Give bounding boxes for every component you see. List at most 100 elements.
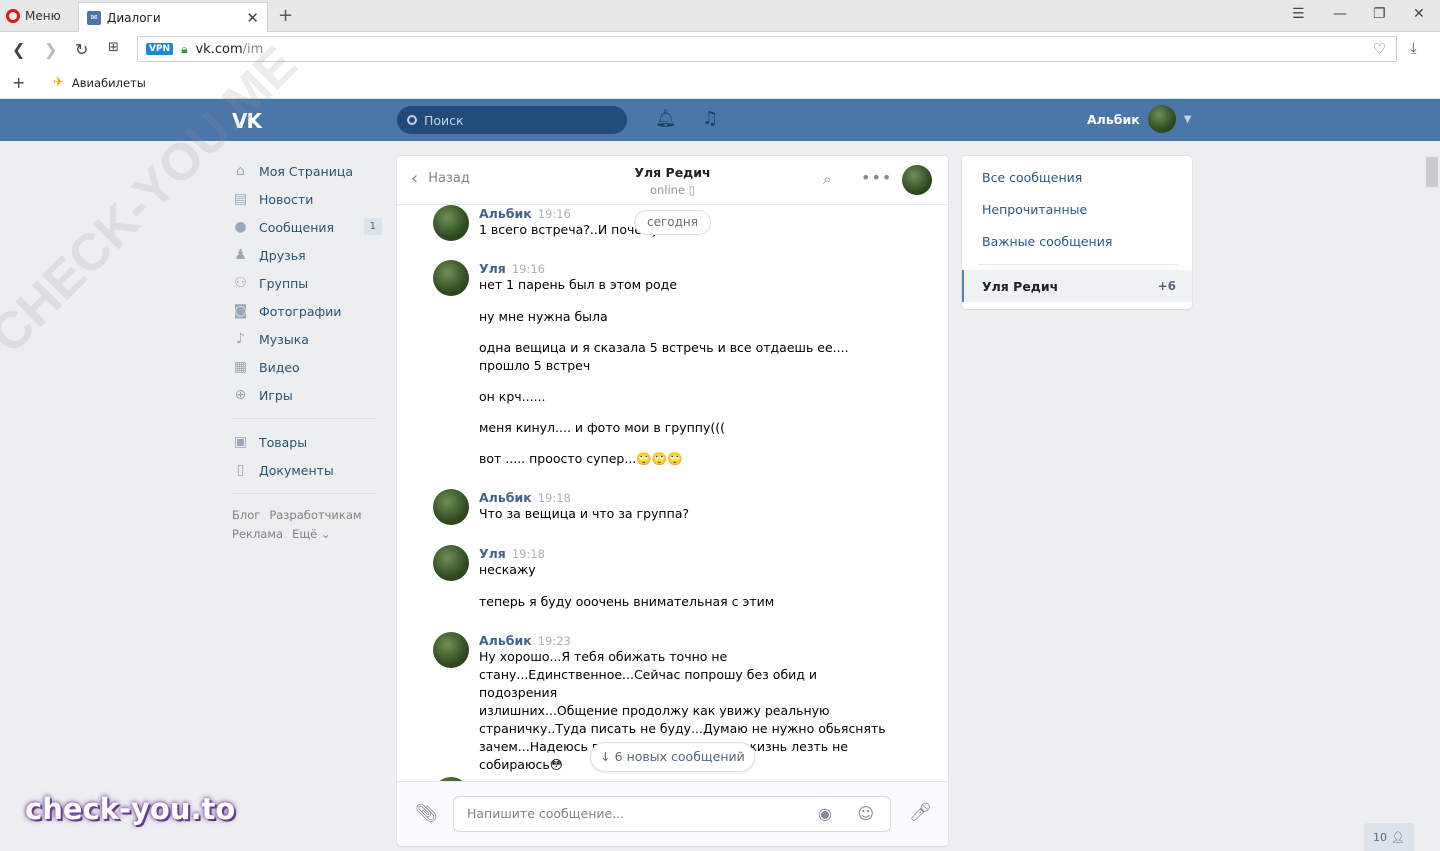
sidebar-item-my-page[interactable]: ⌂ Моя Страница	[232, 157, 382, 185]
online-friends-counter[interactable]: 10 👤︎	[1364, 823, 1414, 851]
watermark-logo: check-you.to	[25, 792, 236, 826]
message-author[interactable]: Уля	[479, 261, 506, 276]
message-avatar[interactable]	[433, 545, 469, 581]
message-input[interactable]: Напишите сообщение... ◉ ☺	[453, 796, 891, 832]
new-messages-label: 6 новых сообщений	[614, 749, 745, 764]
scrollbar-thumb[interactable]	[1426, 157, 1438, 187]
peer-avatar[interactable]	[902, 165, 932, 195]
microphone-icon[interactable]: 🎤︎	[909, 802, 932, 823]
footer-link-ads[interactable]: Реклама	[232, 527, 283, 541]
message-text: нет 1 парень был в этом роде	[479, 277, 678, 292]
peer-status-text: online	[649, 183, 686, 197]
sidebar-item-label: Группы	[259, 275, 309, 291]
message-text: он крч......	[479, 389, 546, 404]
message-author[interactable]: Альбик	[479, 206, 532, 221]
sidebar-item-music[interactable]: ♪ Музыка	[232, 325, 382, 353]
groups-icon: ⚇	[234, 275, 247, 291]
sidebar-item-label: Фотографии	[259, 303, 342, 319]
filter-unread[interactable]: Непрочитанные	[982, 202, 1087, 217]
sidebar-item-documents[interactable]: ▯ Документы	[232, 456, 382, 484]
sidebar-item-groups[interactable]: ⚇ Группы	[232, 269, 382, 297]
window-close-icon[interactable]: ✕	[1413, 6, 1425, 22]
download-icon[interactable]: ⤓	[1410, 39, 1417, 57]
page-scrollbar[interactable]	[1424, 141, 1440, 851]
message-time: 19:18	[511, 547, 545, 561]
bookmark-heart-icon[interactable]: ♡	[1373, 40, 1386, 58]
footer-link-developers[interactable]: Разработчикам	[269, 508, 361, 522]
new-tab-icon[interactable]: +	[278, 5, 293, 26]
menu-divider	[978, 264, 1178, 265]
browser-menu-button[interactable]: Меню	[6, 6, 61, 26]
footer-link-blog[interactable]: Блог	[232, 508, 260, 522]
url-text[interactable]: vk.com/im	[195, 42, 263, 57]
goods-icon: ▣	[233, 434, 248, 450]
video-icon: ▦	[233, 359, 248, 375]
message-time: 19:16	[537, 207, 571, 221]
attach-paperclip-icon[interactable]: 📎︎	[415, 803, 438, 824]
message-author[interactable]: Уля	[479, 546, 506, 561]
footer-links: Блог Разработчикам Реклама Ещё ⌄	[232, 506, 382, 544]
sidebar-item-label: Музыка	[259, 331, 309, 347]
sidebar-item-friends[interactable]: ♟ Друзья	[232, 241, 382, 269]
speed-dial-icon[interactable]: ⊞	[108, 40, 119, 55]
message-body: Альбик 19:18 Что за вещица и что за групп…	[479, 490, 899, 523]
music-icon: ♪	[236, 331, 245, 347]
vk-logo[interactable]: VK	[232, 109, 262, 133]
message-body: вот ..... проосто супер...🙄🙄🙄	[479, 450, 899, 468]
camera-icon[interactable]: ◉	[818, 797, 832, 831]
vk-header: VK Поиск 🔔︎ ♫ Альбик ▼	[0, 99, 1440, 141]
tab-menu-icon[interactable]: ☰	[1292, 6, 1305, 22]
address-field[interactable]: VPN 🔒︎ vk.com/im ♡	[137, 36, 1397, 62]
search-placeholder: Поиск	[424, 112, 464, 128]
add-bookmark-icon[interactable]: +	[12, 73, 25, 92]
address-toolbar: ❮ ❯ ↻ ⊞ VPN 🔒︎ vk.com/im ♡ ⤓	[0, 32, 1440, 66]
reload-icon[interactable]: ↻	[75, 40, 88, 59]
footer-link-more[interactable]: Ещё ⌄	[292, 527, 330, 541]
sidebar-item-messages[interactable]: ● Сообщения 1	[232, 213, 382, 241]
message-avatar[interactable]	[433, 489, 469, 525]
bookmarks-bar: + ✈ Авиабилеты	[0, 66, 1440, 99]
lock-icon[interactable]: 🔒︎	[181, 42, 187, 57]
bookmark-flights[interactable]: ✈ Авиабилеты	[53, 75, 146, 90]
notifications-bell-icon[interactable]: 🔔︎	[655, 109, 677, 129]
sidebar-item-label: Игры	[259, 387, 293, 403]
more-actions-icon[interactable]: •••	[861, 168, 892, 187]
search-input[interactable]: Поиск	[397, 106, 627, 134]
sidebar-item-label: Документы	[259, 462, 334, 478]
vpn-badge[interactable]: VPN	[146, 43, 174, 55]
message-author[interactable]: Альбик	[479, 490, 532, 505]
user-menu[interactable]: Альбик ▼	[1087, 105, 1191, 133]
close-icon[interactable]: ✕	[246, 9, 259, 27]
message-body: он крч......	[479, 388, 899, 406]
message-avatar[interactable]	[433, 260, 469, 296]
games-icon: ⊕	[234, 387, 247, 403]
message-history[interactable]: Альбик 19:16 1 всего встреча?..И почему..…	[397, 205, 948, 781]
sidebar-item-video[interactable]: ▦ Видео	[232, 353, 382, 381]
active-dialog-item[interactable]: Уля Редич +6	[962, 270, 1192, 302]
url-path: /im	[242, 41, 264, 57]
filter-important[interactable]: Важные сообщения	[982, 234, 1112, 249]
minimize-icon[interactable]: —	[1333, 6, 1347, 22]
sidebar-item-news[interactable]: ▤ Новости	[232, 185, 382, 213]
new-messages-button[interactable]: ↓ 6 новых сообщений	[590, 742, 755, 772]
message-avatar[interactable]	[433, 205, 469, 241]
message-avatar[interactable]	[433, 632, 469, 668]
restore-icon[interactable]: ❐	[1373, 6, 1386, 22]
sidebar-item-games[interactable]: ⊕ Игры	[232, 381, 382, 409]
sidebar-item-photos[interactable]: ◙ Фотографии	[232, 297, 382, 325]
message-input-placeholder: Напишите сообщение...	[467, 806, 625, 821]
back-arrow-icon[interactable]: ❮	[12, 40, 25, 59]
tab-dialogs[interactable]: ✉ Диалоги ✕	[78, 2, 268, 32]
browser-menu-label: Меню	[25, 9, 61, 23]
sidebar-item-goods[interactable]: ▣ Товары	[232, 428, 382, 456]
music-player-icon[interactable]: ♫	[702, 108, 718, 129]
chat-header: ‹ Назад Уля Редич online ▯ ⌕ •••	[397, 156, 948, 205]
message-author[interactable]: Альбик	[479, 633, 532, 648]
forward-arrow-icon[interactable]: ❯	[44, 40, 57, 59]
left-sidebar: ⌂ Моя Страница ▤ Новости ● Сообщения 1 ♟ Друз…	[232, 157, 382, 544]
user-name: Альбик	[1087, 111, 1140, 127]
mobile-icon: ▯	[688, 183, 696, 197]
filter-all-messages[interactable]: Все сообщения	[982, 170, 1082, 185]
chat-search-icon[interactable]: ⌕	[823, 170, 831, 188]
emoji-smile-icon[interactable]: ☺	[857, 797, 874, 831]
